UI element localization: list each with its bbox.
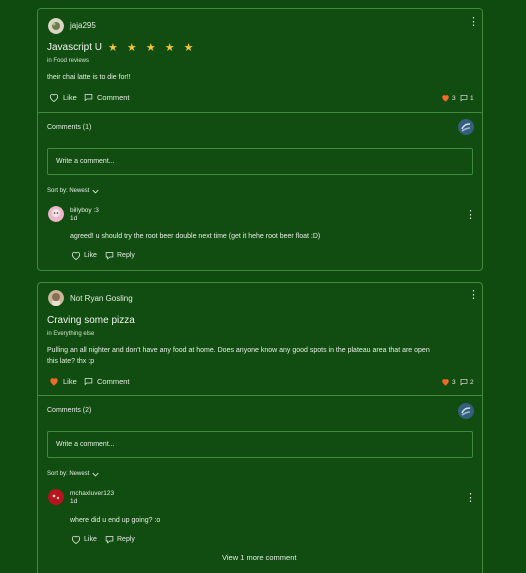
post-body-line: this late? thx :p bbox=[47, 358, 95, 365]
comment-count-value: 1 bbox=[470, 94, 474, 102]
heart-icon bbox=[50, 378, 58, 386]
reply-button[interactable]: Reply bbox=[105, 251, 135, 260]
comment-body: agreed! u should try the root beer doubl… bbox=[70, 233, 321, 240]
kebab-menu-icon[interactable]: ⋮ bbox=[468, 290, 479, 301]
reply-button[interactable]: Reply bbox=[105, 535, 135, 544]
like-button[interactable]: Like bbox=[49, 377, 77, 386]
kebab-menu-icon[interactable]: ⋮ bbox=[468, 17, 479, 28]
kebab-menu-icon[interactable]: ⋮ bbox=[465, 210, 476, 221]
heart-icon bbox=[49, 93, 59, 102]
divider bbox=[38, 112, 482, 113]
heart-icon bbox=[442, 379, 449, 386]
heart-icon bbox=[71, 251, 81, 260]
comments-header: Comments (1) bbox=[47, 124, 92, 131]
like-label: Like bbox=[84, 252, 97, 259]
comment-count-value: 2 bbox=[470, 378, 474, 386]
like-count: 3 bbox=[441, 94, 456, 102]
comment-label: Comment bbox=[97, 93, 130, 102]
comment-badge-icon[interactable] bbox=[458, 119, 474, 135]
divider bbox=[38, 395, 482, 396]
sort-label: Sort by: Newest bbox=[47, 471, 90, 477]
like-button[interactable]: Like bbox=[49, 93, 77, 102]
comment-count: 1 bbox=[460, 94, 474, 102]
post-card: jaja295 ⋮ Javascript U ★ ★ ★ ★ ★ in Food… bbox=[37, 8, 483, 271]
post-body-line: Pulling an all nighter and don't have an… bbox=[47, 347, 430, 354]
post-card: Not Ryan Gosling ⋮ Craving some pizza in… bbox=[37, 282, 483, 573]
comment-author[interactable]: mchaxluver123 1d bbox=[70, 490, 114, 506]
reply-label: Reply bbox=[117, 252, 135, 259]
chevron-down-icon bbox=[92, 472, 99, 477]
like-count-value: 3 bbox=[452, 94, 456, 102]
post-body: Pulling an all nighter and don't have an… bbox=[47, 345, 477, 367]
like-label: Like bbox=[84, 536, 97, 543]
comment-time: 1d bbox=[70, 498, 78, 505]
like-count-value: 3 bbox=[452, 378, 456, 386]
speech-bubble-icon bbox=[84, 378, 93, 386]
post-author[interactable]: Not Ryan Gosling bbox=[70, 294, 133, 303]
kebab-menu-icon[interactable]: ⋮ bbox=[465, 493, 476, 504]
comment-author-name[interactable]: billyboy :3 bbox=[70, 207, 99, 215]
post-body: their chai latte is to die for!! bbox=[47, 74, 131, 81]
comments-header: Comments (2) bbox=[47, 407, 92, 414]
comment-like-button[interactable]: Like bbox=[71, 251, 97, 260]
speech-bubble-icon bbox=[460, 95, 468, 102]
avatar[interactable] bbox=[48, 18, 64, 34]
comment-body: where did u end up going? :o bbox=[70, 517, 161, 524]
comment-like-button[interactable]: Like bbox=[71, 535, 97, 544]
post-title-row: Javascript U ★ ★ ★ ★ ★ bbox=[47, 41, 197, 54]
sort-dropdown[interactable]: Sort by: Newest bbox=[47, 188, 99, 194]
post-category[interactable]: in Everything else bbox=[47, 331, 94, 337]
comment-author-name[interactable]: mchaxluver123 bbox=[70, 490, 114, 498]
like-label: Like bbox=[63, 93, 77, 102]
post-title: Craving some pizza bbox=[47, 315, 135, 326]
avatar[interactable] bbox=[48, 290, 64, 306]
chevron-down-icon bbox=[92, 189, 99, 194]
comment-button[interactable]: Comment bbox=[84, 377, 130, 386]
reply-icon bbox=[105, 252, 114, 260]
post-category[interactable]: in Food reviews bbox=[47, 58, 89, 64]
reply-icon bbox=[105, 536, 114, 544]
post-author[interactable]: jaja295 bbox=[70, 21, 96, 30]
avatar[interactable] bbox=[48, 489, 64, 505]
comment-input[interactable]: Write a comment... bbox=[47, 431, 473, 458]
comment-count: 2 bbox=[460, 378, 474, 386]
like-count: 3 bbox=[441, 378, 456, 386]
comment-author[interactable]: billyboy :3 1d bbox=[70, 207, 99, 223]
heart-icon bbox=[442, 95, 449, 102]
star-rating: ★ ★ ★ ★ ★ bbox=[108, 42, 197, 54]
comment-button[interactable]: Comment bbox=[84, 93, 130, 102]
speech-bubble-icon bbox=[460, 379, 468, 386]
comment-badge-icon[interactable] bbox=[458, 403, 474, 419]
post-title: Javascript U bbox=[47, 42, 103, 53]
comment-label: Comment bbox=[97, 377, 130, 386]
avatar[interactable] bbox=[48, 206, 64, 222]
comment-time: 1d bbox=[70, 215, 78, 222]
view-more-comments-link[interactable]: View 1 more comment bbox=[222, 553, 296, 562]
reply-label: Reply bbox=[117, 536, 135, 543]
comment-input[interactable]: Write a comment... bbox=[47, 148, 473, 175]
sort-dropdown[interactable]: Sort by: Newest bbox=[47, 471, 99, 477]
speech-bubble-icon bbox=[84, 94, 93, 102]
sort-label: Sort by: Newest bbox=[47, 188, 90, 194]
like-label: Like bbox=[63, 377, 77, 386]
heart-icon bbox=[71, 535, 81, 544]
